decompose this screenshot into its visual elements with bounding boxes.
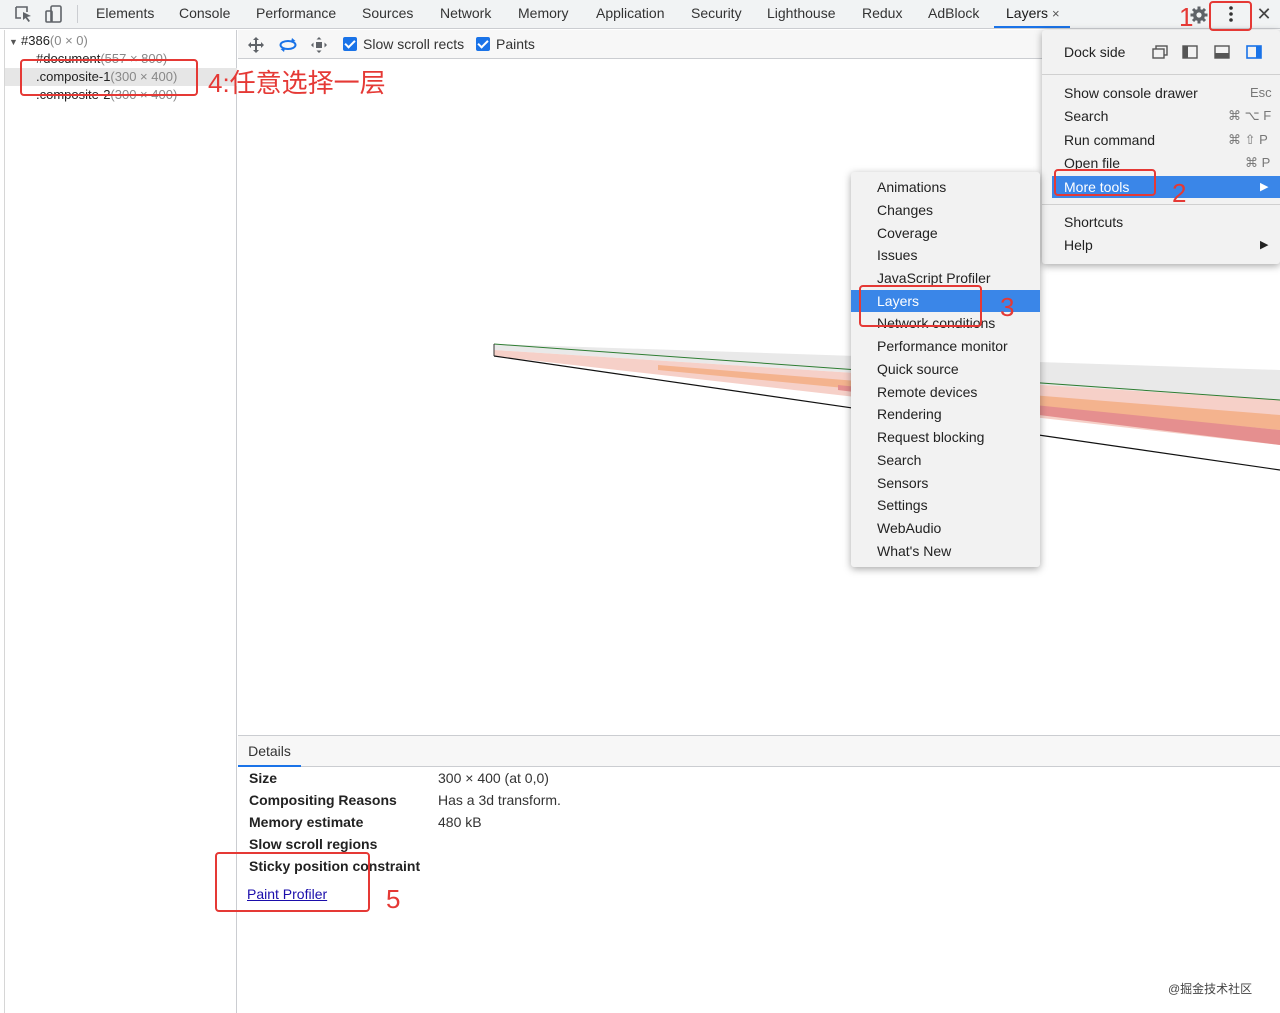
annotation-box-step-4 — [20, 59, 198, 96]
tab-application[interactable]: Application — [596, 0, 665, 28]
inspect-element-icon[interactable] — [14, 5, 34, 23]
submenu-item-changes[interactable]: Changes — [877, 199, 933, 221]
menu-item-show-console-drawer[interactable]: Show console drawer — [1064, 82, 1198, 104]
detail-value: 480 kB — [438, 814, 482, 830]
tab-memory[interactable]: Memory — [518, 0, 569, 28]
tab-lighthouse[interactable]: Lighthouse — [767, 0, 836, 28]
submenu-item-animations[interactable]: Animations — [877, 176, 946, 198]
dock-left-icon[interactable] — [1182, 45, 1198, 59]
dock-right-icon[interactable] — [1246, 45, 1262, 59]
more-tools-submenu: Animations Changes Coverage Issues JavaS… — [851, 172, 1040, 567]
annotation-box-step-2 — [1054, 169, 1156, 196]
layer-name: #386 — [21, 33, 50, 48]
watermark: @掘金技术社区 — [1168, 982, 1253, 996]
annotation-label-step-3: 3 — [1000, 292, 1015, 322]
detail-label: Compositing Reasons — [249, 792, 397, 808]
dock-side-label: Dock side — [1064, 44, 1126, 60]
help-label: Help — [1064, 237, 1093, 253]
detail-row-memory-estimate: Memory estimate 480 kB — [249, 814, 482, 830]
submenu-item-issues[interactable]: Issues — [877, 244, 917, 266]
tab-adblock[interactable]: AdBlock — [928, 0, 979, 28]
annotation-label-step-4: 4:任意选择一层 — [208, 68, 386, 98]
submenu-item-request-blocking[interactable]: Request blocking — [877, 426, 984, 448]
submenu-arrow-icon: ▶ — [1260, 239, 1269, 251]
layer-size: (0 × 0) — [49, 33, 88, 48]
tab-layers-label: Layers — [1006, 5, 1049, 21]
menu-item-help[interactable]: Help ▶ — [1064, 234, 1274, 256]
pan-mode-icon[interactable] — [247, 36, 265, 54]
layer-tree-root[interactable]: ▼ #386(0 × 0) — [9, 32, 88, 50]
submenu-item-quick-source[interactable]: Quick source — [877, 358, 959, 380]
annotation-label-step-1: 1 — [1179, 2, 1194, 32]
menu-item-shortcuts[interactable]: Shortcuts — [1064, 211, 1123, 233]
submenu-item-webaudio[interactable]: WebAudio — [877, 517, 941, 539]
detail-label: Size — [249, 770, 278, 786]
main-menu: Dock side Show console drawer Esc Search… — [1042, 30, 1280, 264]
shortcut-label: Esc — [1250, 85, 1272, 100]
detail-row-compositing-reasons: Compositing Reasons Has a 3d transform. — [249, 792, 561, 808]
reset-transform-icon[interactable] — [310, 36, 328, 54]
submenu-item-coverage[interactable]: Coverage — [877, 222, 938, 244]
submenu-item-whats-new[interactable]: What's New — [877, 540, 951, 562]
undock-icon[interactable] — [1152, 45, 1168, 59]
toolbar-divider — [77, 5, 78, 23]
menu-item-search[interactable]: Search — [1064, 105, 1108, 127]
close-icon[interactable]: ✕ — [1254, 4, 1274, 24]
detail-label: Slow scroll regions — [249, 836, 378, 852]
submenu-item-sensors[interactable]: Sensors — [877, 472, 928, 494]
rotate-mode-icon[interactable] — [279, 36, 297, 54]
annotation-label-step-2: 2 — [1172, 178, 1187, 208]
annotation-label-step-5: 5 — [386, 884, 401, 914]
detail-row-slow-scroll-regions: Slow scroll regions — [249, 836, 377, 852]
tab-redux[interactable]: Redux — [862, 0, 902, 28]
paints-label: Paints — [496, 36, 535, 52]
devtools-tab-bar: Elements Console Performance Sources Net… — [0, 0, 1280, 29]
menu-item-run-command[interactable]: Run command — [1064, 129, 1155, 151]
detail-value: Has a 3d transform. — [438, 792, 561, 808]
annotation-box-step-5 — [215, 852, 370, 912]
tab-network[interactable]: Network — [440, 0, 491, 28]
details-tab-bar: Details — [238, 736, 1280, 767]
submenu-item-search[interactable]: Search — [877, 449, 921, 471]
details-panel: Details Size 300 × 400 (at 0,0) Composit… — [238, 735, 1280, 1013]
menu-divider — [1042, 74, 1280, 75]
detail-value: 300 × 400 (at 0,0) — [438, 770, 549, 786]
shortcut-label: ⌘ ⇧ P — [1228, 132, 1268, 147]
paints-checkbox[interactable] — [476, 37, 490, 51]
shortcut-label: ⌘ P — [1245, 155, 1271, 170]
expand-triangle-icon[interactable]: ▼ — [9, 33, 21, 51]
submenu-item-performance-monitor[interactable]: Performance monitor — [877, 335, 1008, 357]
detail-row-size: Size 300 × 400 (at 0,0) — [249, 770, 549, 786]
tab-console[interactable]: Console — [179, 0, 230, 28]
tab-performance[interactable]: Performance — [256, 0, 336, 28]
annotation-box-step-1 — [1209, 1, 1252, 31]
tab-elements[interactable]: Elements — [96, 0, 154, 28]
slow-scroll-rects-checkbox[interactable] — [343, 37, 357, 51]
annotation-box-step-3 — [859, 285, 982, 327]
dock-bottom-icon[interactable] — [1214, 45, 1230, 59]
tab-security[interactable]: Security — [691, 0, 742, 28]
submenu-arrow-icon: ▶ — [1260, 181, 1269, 193]
shortcut-label: ⌘ ⌥ F — [1228, 108, 1272, 123]
tab-close-icon[interactable]: × — [1052, 0, 1060, 28]
menu-divider — [1042, 204, 1280, 205]
submenu-item-remote-devices[interactable]: Remote devices — [877, 381, 977, 403]
submenu-item-rendering[interactable]: Rendering — [877, 403, 942, 425]
tab-sources[interactable]: Sources — [362, 0, 413, 28]
device-toggle-icon[interactable] — [44, 5, 64, 23]
submenu-item-settings[interactable]: Settings — [877, 494, 928, 516]
slow-scroll-rects-label: Slow scroll rects — [363, 36, 465, 52]
layer-tree-pane: ▼ #386(0 × 0) #document(557 × 800) .compo… — [4, 30, 237, 1013]
tab-details[interactable]: Details — [238, 736, 301, 767]
detail-label: Memory estimate — [249, 814, 364, 830]
